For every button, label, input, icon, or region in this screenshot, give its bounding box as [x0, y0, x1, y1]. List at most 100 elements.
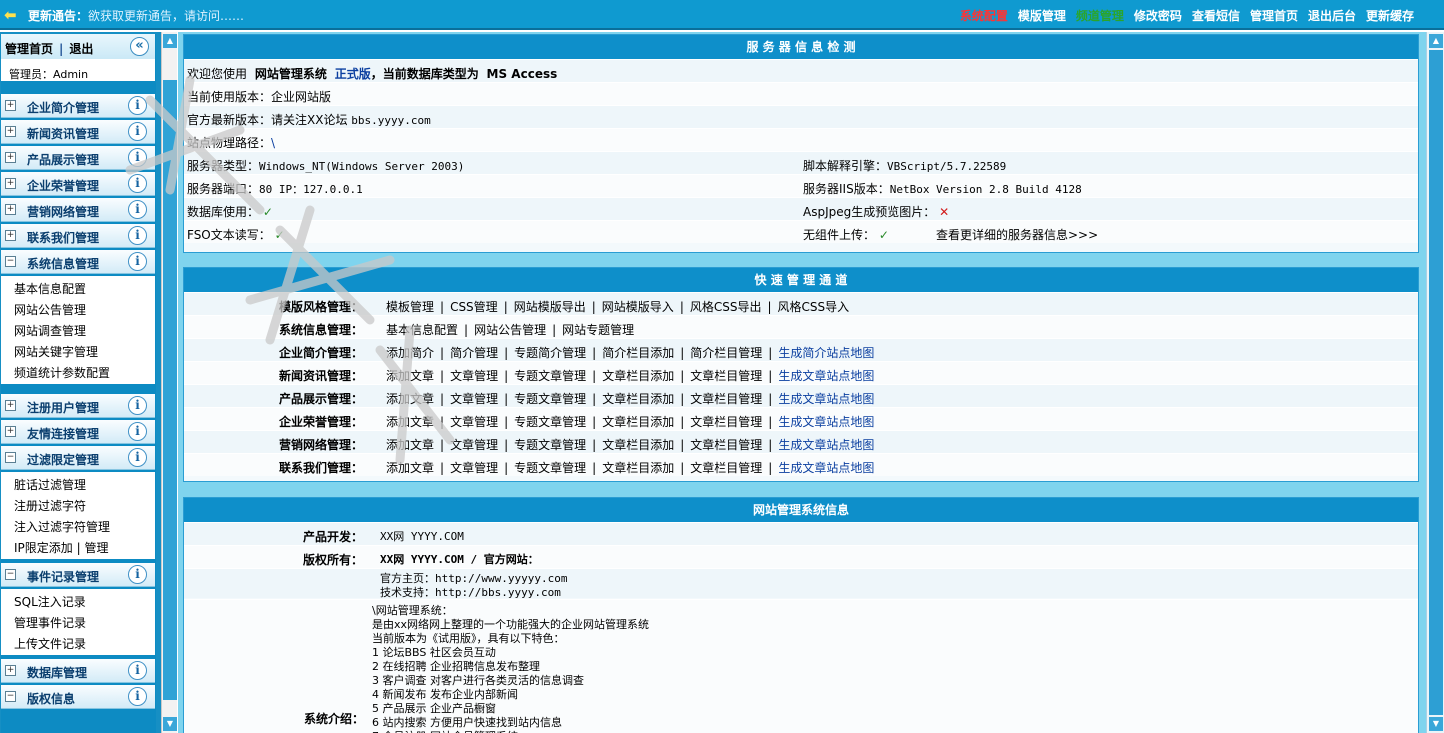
sidebar-group[interactable]: − 系统信息管理 i — [1, 250, 155, 274]
sitemap-link[interactable]: 生成文章站点地图 — [778, 415, 874, 429]
info-icon[interactable]: i — [128, 396, 147, 415]
quick-link[interactable]: 添加文章 — [386, 369, 434, 383]
quick-link[interactable]: 文章栏目添加 — [602, 392, 674, 406]
top-nav-item[interactable]: 系统配置 — [960, 9, 1008, 23]
toggle-icon[interactable]: − — [5, 256, 16, 267]
quick-link[interactable]: 文章栏目管理 — [690, 392, 762, 406]
sitemap-link[interactable]: 生成文章站点地图 — [778, 369, 874, 383]
info-icon[interactable]: i — [128, 565, 147, 584]
info-icon[interactable]: i — [128, 226, 147, 245]
sidebar-item[interactable]: 基本信息配置 — [1, 276, 155, 297]
sidebar-group[interactable]: + 新闻资讯管理 i — [1, 120, 155, 144]
quick-link[interactable]: 文章管理 — [450, 461, 498, 475]
sitemap-link[interactable]: 生成简介站点地图 — [778, 346, 874, 360]
quick-link[interactable]: 文章管理 — [450, 415, 498, 429]
more-server-info-link[interactable]: 查看更详细的服务器信息>>> — [936, 226, 1098, 243]
scroll-thumb[interactable] — [1429, 50, 1443, 715]
info-icon[interactable]: i — [128, 252, 147, 271]
quick-link[interactable]: 基本信息配置 — [386, 323, 458, 337]
quick-link[interactable]: 专题文章管理 — [514, 415, 586, 429]
quick-link[interactable]: 文章管理 — [450, 438, 498, 452]
quick-link[interactable]: 专题文章管理 — [514, 392, 586, 406]
sidebar-group[interactable]: + 营销网络管理 i — [1, 198, 155, 222]
quick-link[interactable]: 添加文章 — [386, 415, 434, 429]
info-icon[interactable]: i — [128, 687, 147, 706]
sidebar-group[interactable]: − 版权信息 i — [1, 685, 155, 709]
home-link[interactable]: 管理首页 — [5, 42, 53, 56]
quick-link[interactable]: 文章栏目添加 — [602, 438, 674, 452]
sitemap-link[interactable]: 生成文章站点地图 — [778, 392, 874, 406]
toggle-icon[interactable]: + — [5, 400, 16, 411]
toggle-icon[interactable]: − — [5, 452, 16, 463]
quick-link[interactable]: 添加文章 — [386, 461, 434, 475]
toggle-icon[interactable]: + — [5, 100, 16, 111]
info-icon[interactable]: i — [128, 661, 147, 680]
quick-link[interactable]: 文章栏目添加 — [602, 369, 674, 383]
support-link[interactable]: 技术支持：http://bbs.yyyy.com — [380, 584, 561, 600]
sidebar-group[interactable]: + 产品展示管理 i — [1, 146, 155, 170]
quick-link[interactable]: 专题文章管理 — [514, 438, 586, 452]
sidebar-group[interactable]: + 联系我们管理 i — [1, 224, 155, 248]
quick-link[interactable]: 网站模版导出 — [514, 300, 586, 314]
quick-link[interactable]: 文章栏目管理 — [690, 461, 762, 475]
quick-link[interactable]: 文章栏目管理 — [690, 415, 762, 429]
top-nav-item[interactable]: 退出后台 — [1308, 9, 1356, 23]
quick-link[interactable]: 简介栏目管理 — [690, 346, 762, 360]
quick-link[interactable]: 专题文章管理 — [514, 461, 586, 475]
toggle-icon[interactable]: + — [5, 152, 16, 163]
top-nav-item[interactable]: 更新缓存 — [1366, 9, 1414, 23]
quick-link[interactable]: 文章管理 — [450, 369, 498, 383]
quick-link[interactable]: 文章管理 — [450, 392, 498, 406]
info-icon[interactable]: i — [128, 148, 147, 167]
logout-link[interactable]: 退出 — [69, 42, 93, 56]
sidebar-item[interactable]: 网站公告管理 — [1, 297, 155, 318]
quick-link[interactable]: 网站模版导入 — [602, 300, 674, 314]
sidebar-item[interactable]: 网站调查管理 — [1, 318, 155, 339]
quick-link[interactable]: 网站专题管理 — [562, 323, 634, 337]
quick-link[interactable]: 添加文章 — [386, 438, 434, 452]
info-icon[interactable]: i — [128, 122, 147, 141]
info-icon[interactable]: i — [128, 200, 147, 219]
quick-link[interactable]: 文章栏目管理 — [690, 369, 762, 383]
quick-link[interactable]: 添加文章 — [386, 392, 434, 406]
toggle-icon[interactable]: + — [5, 126, 16, 137]
sidebar-item[interactable]: 脏话过滤管理 — [1, 472, 155, 493]
quick-link[interactable]: 简介管理 — [450, 346, 498, 360]
sidebar-group[interactable]: + 数据库管理 i — [1, 659, 155, 683]
toggle-icon[interactable]: − — [5, 691, 16, 702]
info-icon[interactable]: i — [128, 422, 147, 441]
quick-link[interactable]: 风格CSS导入 — [778, 300, 850, 314]
top-nav-item[interactable]: 管理首页 — [1250, 9, 1298, 23]
top-nav-item[interactable]: 查看短信 — [1192, 9, 1240, 23]
sidebar-item[interactable]: 注入过滤字符管理 — [1, 514, 155, 535]
sidebar-group[interactable]: + 企业简介管理 i — [1, 94, 155, 118]
quick-link[interactable]: CSS管理 — [450, 300, 498, 314]
scroll-down-icon[interactable]: ▼ — [1429, 717, 1443, 731]
quick-link[interactable]: 文章栏目添加 — [602, 415, 674, 429]
top-nav-item[interactable]: 频道管理 — [1076, 9, 1124, 23]
quick-link[interactable]: 风格CSS导出 — [690, 300, 762, 314]
toggle-icon[interactable]: − — [5, 569, 16, 580]
collapse-sidebar-icon[interactable]: « — [130, 37, 149, 56]
sidebar-item[interactable]: 网站关键字管理 — [1, 339, 155, 360]
sidebar-item[interactable]: 注册过滤字符 — [1, 493, 155, 514]
scroll-up-icon[interactable]: ▲ — [163, 34, 177, 48]
top-nav-item[interactable]: 模版管理 — [1018, 9, 1066, 23]
sidebar-group[interactable]: + 注册用户管理 i — [1, 394, 155, 418]
scroll-up-icon[interactable]: ▲ — [1429, 34, 1443, 48]
sidebar-scrollbar[interactable]: ▲ ▼ — [161, 32, 177, 733]
toggle-icon[interactable]: + — [5, 230, 16, 241]
toggle-icon[interactable]: + — [5, 178, 16, 189]
toggle-icon[interactable]: + — [5, 665, 16, 676]
sidebar-item[interactable]: 管理事件记录 — [1, 610, 155, 631]
scroll-thumb[interactable] — [163, 80, 177, 700]
quick-link[interactable]: 简介栏目添加 — [602, 346, 674, 360]
sidebar-item[interactable]: SQL注入记录 — [1, 589, 155, 610]
quick-link[interactable]: 文章栏目添加 — [602, 461, 674, 475]
sidebar-item[interactable]: 上传文件记录 — [1, 631, 155, 652]
quick-link[interactable]: 模板管理 — [386, 300, 434, 314]
quick-link[interactable]: 网站公告管理 — [474, 323, 546, 337]
info-icon[interactable]: i — [128, 96, 147, 115]
sitemap-link[interactable]: 生成文章站点地图 — [778, 461, 874, 475]
update-notice-link[interactable]: 欲获取更新通告，请访问…… — [88, 9, 244, 23]
